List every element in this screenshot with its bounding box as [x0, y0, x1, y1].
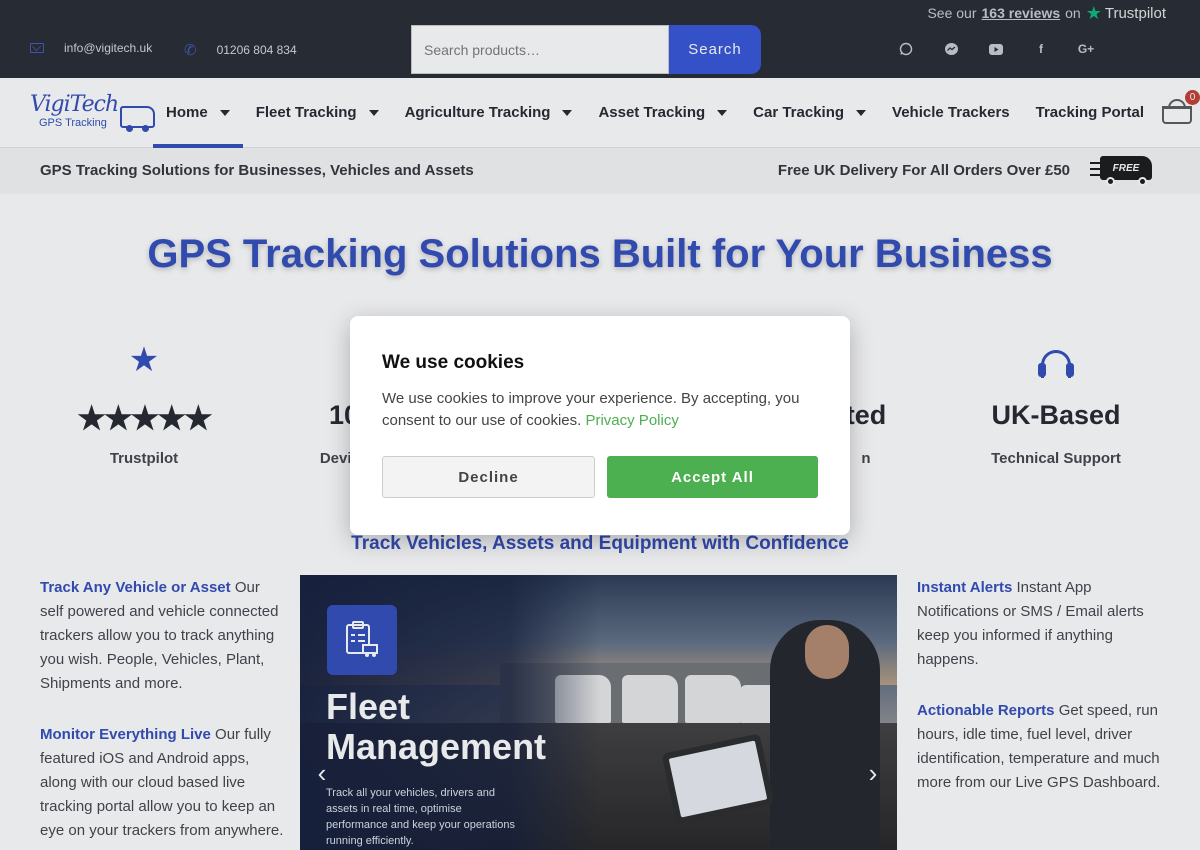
cookie-consent-dialog: We use cookies We use cookies to improve… — [350, 316, 850, 535]
privacy-policy-link[interactable]: Privacy Policy — [585, 412, 678, 429]
accept-all-button[interactable]: Accept All — [607, 456, 818, 498]
decline-button[interactable]: Decline — [382, 456, 595, 498]
cookie-title: We use cookies — [382, 352, 525, 373]
cookie-message: We use cookies to improve your experienc… — [382, 388, 822, 432]
